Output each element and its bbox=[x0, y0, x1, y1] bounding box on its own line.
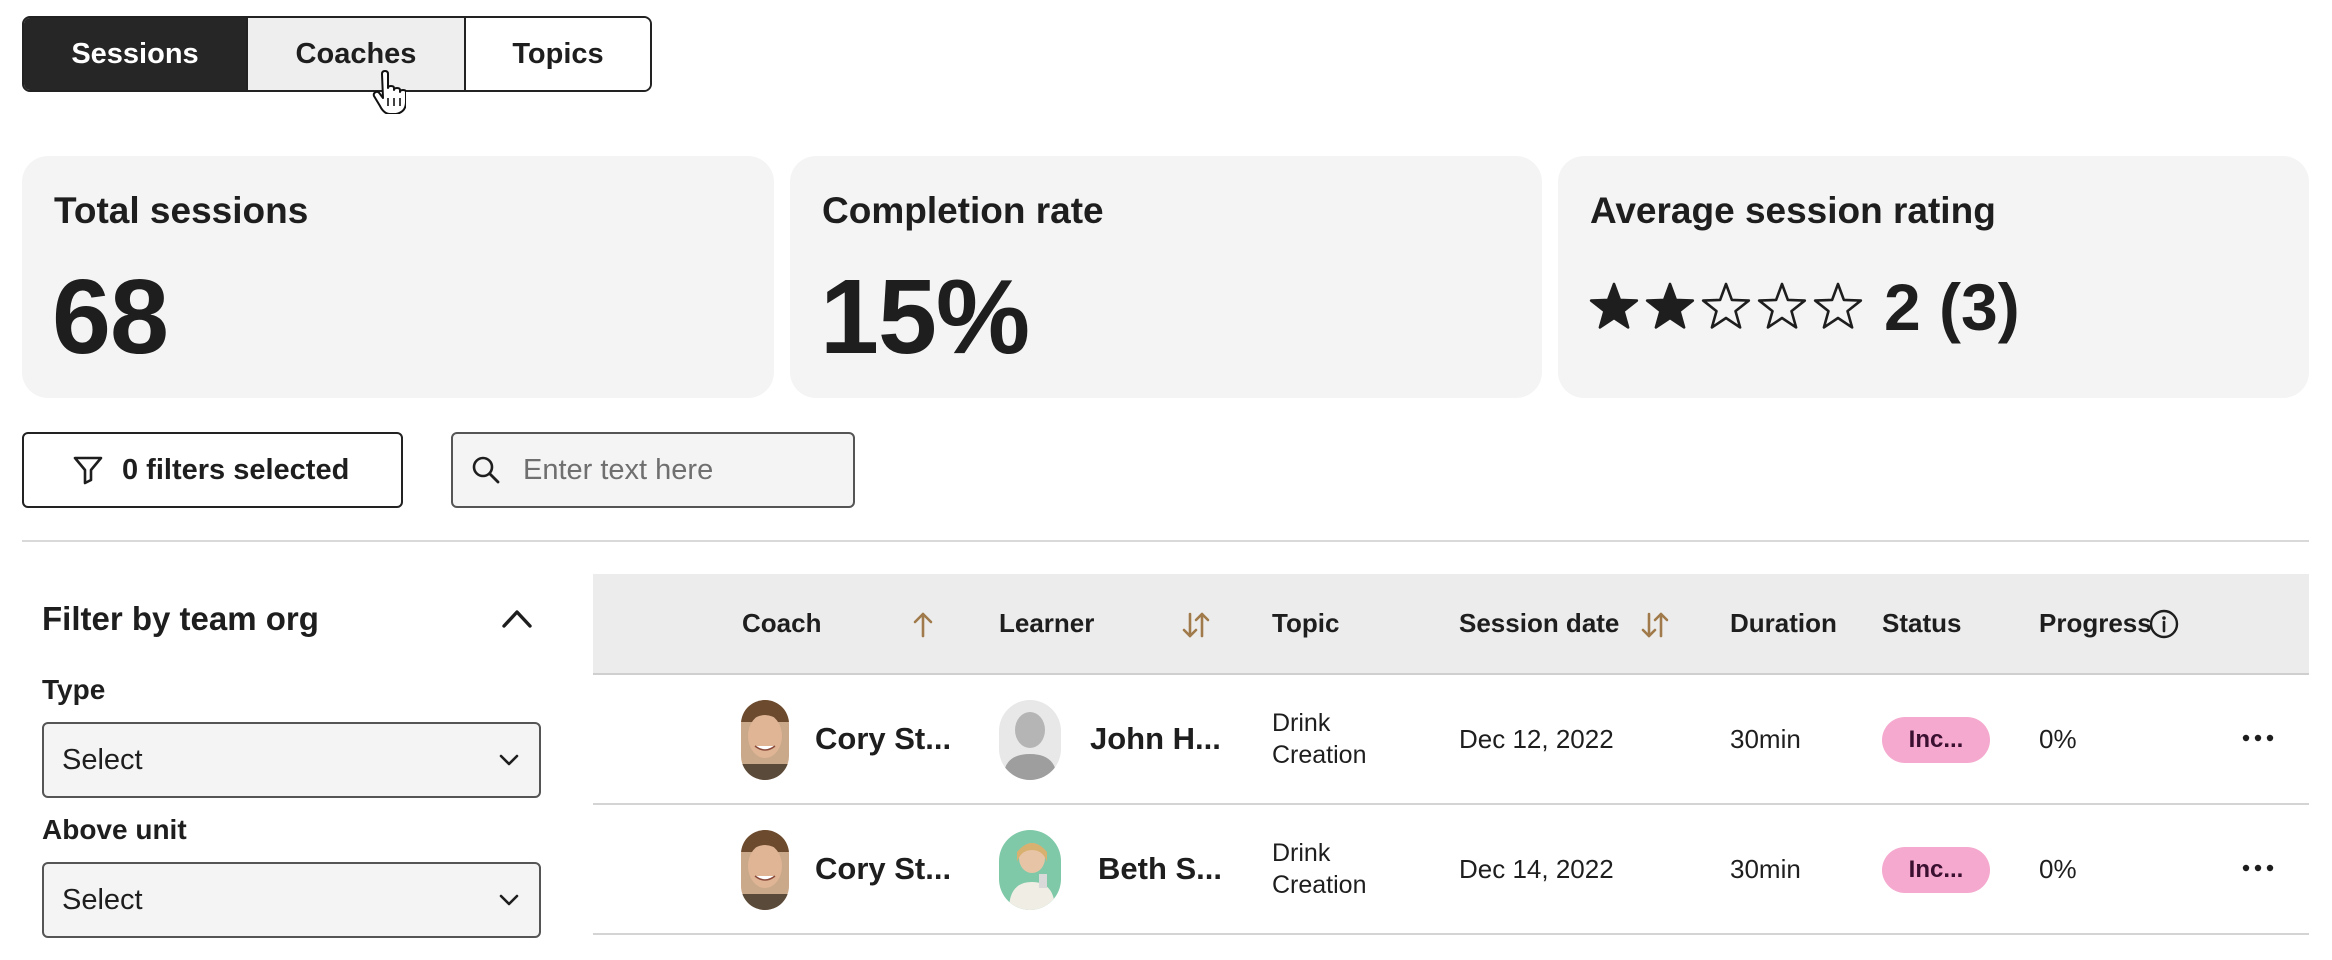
coach-name: Cory St... bbox=[815, 721, 952, 756]
above-unit-label: Above unit bbox=[42, 814, 187, 845]
more-options-icon[interactable] bbox=[2241, 731, 2275, 745]
topic-line: Drink bbox=[1272, 709, 1331, 737]
column-header-topic: Topic bbox=[1272, 608, 1340, 638]
column-header-coach[interactable]: Coach bbox=[742, 574, 821, 673]
view-tabs: Sessions Coaches Topics bbox=[22, 16, 652, 92]
learner-name: John H... bbox=[1090, 721, 1221, 756]
card-title: Average session rating bbox=[1590, 190, 1996, 231]
info-icon[interactable] bbox=[2148, 608, 2180, 640]
table-row[interactable]: Cory St... Beth S... Drink Creation Dec 1… bbox=[593, 805, 2309, 935]
sort-icon[interactable] bbox=[1179, 608, 1213, 642]
star-filled-icon bbox=[1589, 282, 1639, 329]
filter-panel-title: Filter by team org bbox=[42, 600, 319, 637]
duration: 30min bbox=[1730, 723, 1801, 754]
tab-topics[interactable]: Topics bbox=[464, 18, 650, 90]
type-select-value: Select bbox=[62, 743, 143, 776]
search-box bbox=[451, 432, 855, 508]
filters-button-label: 0 filters selected bbox=[122, 453, 350, 486]
coach-name: Cory St... bbox=[815, 851, 952, 886]
chevron-down-icon bbox=[499, 894, 519, 906]
completion-rate-card: Completion rate 15% bbox=[790, 156, 1542, 398]
coach-avatar bbox=[741, 700, 789, 780]
star-empty-icon bbox=[1701, 282, 1751, 329]
star-rating: 2 (3) bbox=[1588, 270, 2020, 344]
total-sessions-card: Total sessions 68 bbox=[22, 156, 774, 398]
topic-cell: Drink Creation bbox=[1272, 805, 1367, 933]
stars-group bbox=[1588, 281, 1868, 333]
topic-line: Creation bbox=[1272, 741, 1367, 769]
sort-icon[interactable] bbox=[1638, 608, 1672, 642]
filters-button[interactable]: 0 filters selected bbox=[22, 432, 403, 508]
topic-line: Creation bbox=[1272, 871, 1367, 899]
type-select[interactable]: Select bbox=[42, 722, 541, 798]
chevron-up-icon[interactable] bbox=[500, 604, 534, 632]
card-value: 68 bbox=[52, 258, 169, 376]
progress-value: 0% bbox=[2039, 853, 2077, 884]
rating-value: 2 (3) bbox=[1884, 270, 2020, 344]
learner-avatar bbox=[999, 830, 1061, 910]
above-unit-select[interactable]: Select bbox=[42, 862, 541, 938]
card-title: Total sessions bbox=[54, 190, 309, 231]
status-badge: Inc... bbox=[1882, 717, 1990, 763]
column-header-status: Status bbox=[1882, 608, 1962, 638]
more-options-icon[interactable] bbox=[2241, 861, 2275, 875]
card-value: 15% bbox=[820, 258, 1030, 376]
table-row[interactable]: Cory St... John H... Drink Creation Dec 1… bbox=[593, 675, 2309, 805]
column-header-duration: Duration bbox=[1730, 608, 1837, 638]
duration: 30min bbox=[1730, 853, 1801, 884]
learner-name: Beth S... bbox=[1098, 851, 1223, 886]
sort-ascending-icon[interactable] bbox=[906, 608, 940, 642]
filter-icon bbox=[73, 456, 103, 485]
table-header: Coach Learner Topic Session date Duratio… bbox=[593, 574, 2309, 675]
learner-avatar bbox=[999, 700, 1061, 780]
column-header-learner[interactable]: Learner bbox=[999, 574, 1094, 673]
chevron-down-icon bbox=[499, 754, 519, 766]
progress-value: 0% bbox=[2039, 723, 2077, 754]
hand-cursor-icon bbox=[372, 70, 406, 114]
topic-cell: Drink Creation bbox=[1272, 675, 1367, 803]
topic-line: Drink bbox=[1272, 839, 1331, 867]
session-date: Dec 14, 2022 bbox=[1459, 853, 1614, 884]
above-unit-select-value: Select bbox=[62, 883, 143, 916]
card-title: Completion rate bbox=[822, 190, 1104, 231]
coach-avatar bbox=[741, 830, 789, 910]
tab-sessions[interactable]: Sessions bbox=[24, 18, 246, 90]
average-rating-card: Average session rating 2 (3) bbox=[1558, 156, 2309, 398]
tab-coaches[interactable]: Coaches bbox=[246, 18, 464, 90]
star-empty-icon bbox=[1813, 282, 1863, 329]
search-icon bbox=[472, 456, 500, 484]
type-label: Type bbox=[42, 674, 106, 705]
column-header-progress: Progress bbox=[2039, 608, 2152, 638]
section-divider bbox=[22, 540, 2309, 542]
search-input[interactable] bbox=[521, 452, 821, 488]
status-badge: Inc... bbox=[1882, 847, 1990, 893]
session-date: Dec 12, 2022 bbox=[1459, 723, 1614, 754]
column-header-session-date[interactable]: Session date bbox=[1459, 574, 1619, 673]
star-filled-icon bbox=[1645, 282, 1695, 329]
star-empty-icon bbox=[1757, 282, 1807, 329]
